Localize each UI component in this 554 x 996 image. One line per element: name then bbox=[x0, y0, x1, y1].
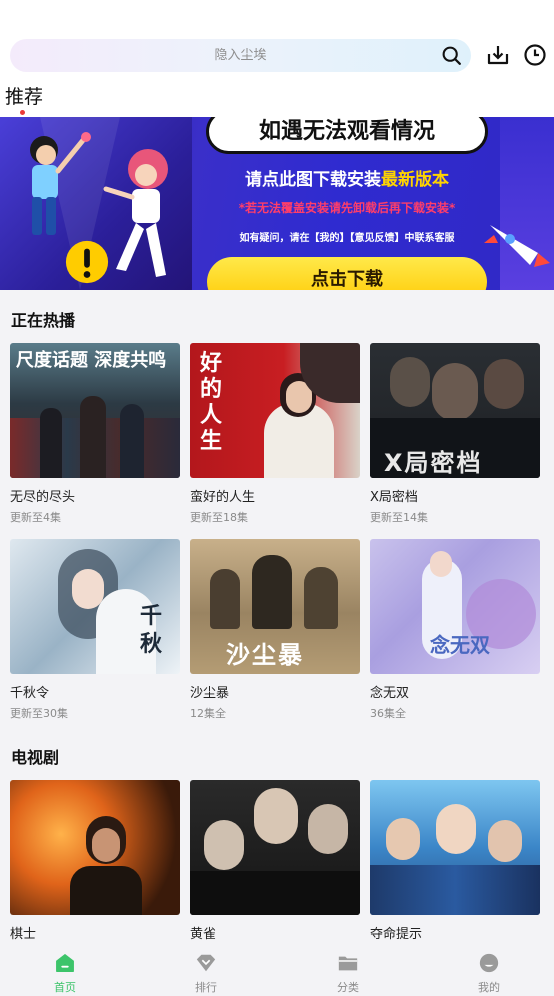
bottom-nav: 首页 排行 分类 我的 bbox=[0, 942, 554, 996]
section-title-hot: 正在热播 bbox=[11, 311, 76, 330]
media-card[interactable]: 夺命提示 bbox=[370, 780, 540, 942]
poster-image bbox=[370, 780, 540, 915]
search-bar[interactable]: 隐入尘埃 bbox=[10, 39, 471, 72]
banner-line-3: 如有疑问，请在【我的】【意见反馈】中联系客服 bbox=[239, 233, 455, 244]
media-card[interactable]: 好的人生 蛮好的人生 更新至18集 bbox=[190, 343, 360, 525]
poster-image: 沙尘暴 bbox=[190, 539, 360, 674]
nav-label-home: 首页 bbox=[54, 981, 76, 994]
nav-item-category[interactable]: 分类 bbox=[308, 942, 388, 996]
tab-indicator-dot bbox=[20, 110, 25, 115]
nav-label-category: 分类 bbox=[337, 981, 359, 994]
poster-image: 尺度话题 深度共鸣 bbox=[10, 343, 180, 478]
nav-item-home[interactable]: 首页 bbox=[25, 942, 105, 996]
media-status: 36集全 bbox=[370, 707, 406, 720]
media-title: 蛮好的人生 bbox=[190, 490, 256, 505]
media-card[interactable]: 棋士 bbox=[10, 780, 180, 942]
poster-image: 念无双 bbox=[370, 539, 540, 674]
poster-text: 尺度话题 深度共鸣 bbox=[16, 350, 167, 371]
poster-text: 沙尘暴 bbox=[226, 641, 304, 669]
poster-image bbox=[190, 780, 360, 915]
nav-item-rank[interactable]: 排行 bbox=[166, 942, 246, 996]
search-placeholder: 隐入尘埃 bbox=[214, 48, 267, 63]
poster-text: 好的人生 bbox=[200, 351, 223, 454]
download-button[interactable]: 点击下载 bbox=[207, 257, 487, 290]
tab-recommend[interactable]: 推荐 bbox=[5, 82, 43, 109]
poster-image: 千秋 bbox=[10, 539, 180, 674]
media-card[interactable]: 黄雀 bbox=[190, 780, 360, 942]
media-status: 12集全 bbox=[190, 707, 226, 720]
media-title: 夺命提示 bbox=[370, 927, 423, 942]
media-card[interactable]: 念无双 念无双 36集全 bbox=[370, 539, 540, 721]
media-card[interactable]: 尺度话题 深度共鸣 无尽的尽头 更新至4集 bbox=[10, 343, 180, 525]
media-card[interactable]: X局密档 X局密档 更新至14集 bbox=[370, 343, 540, 525]
nav-label-rank: 排行 bbox=[195, 981, 217, 994]
search-icon[interactable] bbox=[441, 45, 462, 66]
media-title: 无尽的尽头 bbox=[10, 490, 76, 505]
banner-line-1: 请点此图下载安装最新版本 bbox=[245, 170, 449, 190]
media-title: 念无双 bbox=[370, 686, 410, 701]
media-title: 黄雀 bbox=[190, 927, 217, 942]
poster-image: X局密档 bbox=[370, 343, 540, 478]
banner-line-2: *若无法覆盖安装请先卸载后再下载安装* bbox=[238, 201, 456, 215]
warning-icon bbox=[65, 240, 109, 284]
media-title: 千秋令 bbox=[10, 686, 50, 701]
nav-label-mine: 我的 bbox=[478, 981, 500, 994]
top-bar: 隐入尘埃 bbox=[0, 0, 554, 80]
media-title: 沙尘暴 bbox=[190, 686, 230, 701]
poster-image bbox=[10, 780, 180, 915]
download-icon[interactable] bbox=[486, 43, 510, 67]
poster-image: 好的人生 bbox=[190, 343, 360, 478]
media-card[interactable]: 沙尘暴 沙尘暴 12集全 bbox=[190, 539, 360, 721]
poster-text: X局密档 bbox=[384, 449, 483, 477]
poster-text: 念无双 bbox=[430, 633, 490, 657]
media-title: 棋士 bbox=[10, 927, 37, 942]
profile-icon bbox=[479, 953, 499, 973]
section-title-tv: 电视剧 bbox=[11, 748, 60, 767]
main-content: 正在热播 尺度话题 深度共鸣 无尽的尽头 更新至4集 好的人生 蛮好的人生 更新… bbox=[0, 290, 554, 942]
nav-item-mine[interactable]: 我的 bbox=[449, 942, 529, 996]
figure-illustration-left bbox=[30, 132, 91, 235]
banner-headline: 如遇无法观看情况 bbox=[206, 117, 488, 154]
promo-banner[interactable]: 如遇无法观看情况 请点此图下载安装最新版本 *若无法覆盖安装请先卸载后再下载安装… bbox=[0, 117, 554, 290]
media-status: 更新至30集 bbox=[10, 707, 68, 720]
history-icon[interactable] bbox=[523, 43, 547, 67]
rank-icon bbox=[196, 954, 216, 972]
media-card[interactable]: 千秋 千秋令 更新至30集 bbox=[10, 539, 180, 721]
poster-text: 千秋 bbox=[140, 604, 163, 657]
media-status: 更新至18集 bbox=[190, 511, 248, 524]
media-title: X局密档 bbox=[370, 490, 418, 505]
media-status: 更新至14集 bbox=[370, 511, 428, 524]
folder-icon bbox=[338, 956, 358, 971]
home-icon bbox=[56, 954, 74, 972]
media-status: 更新至4集 bbox=[10, 511, 61, 524]
